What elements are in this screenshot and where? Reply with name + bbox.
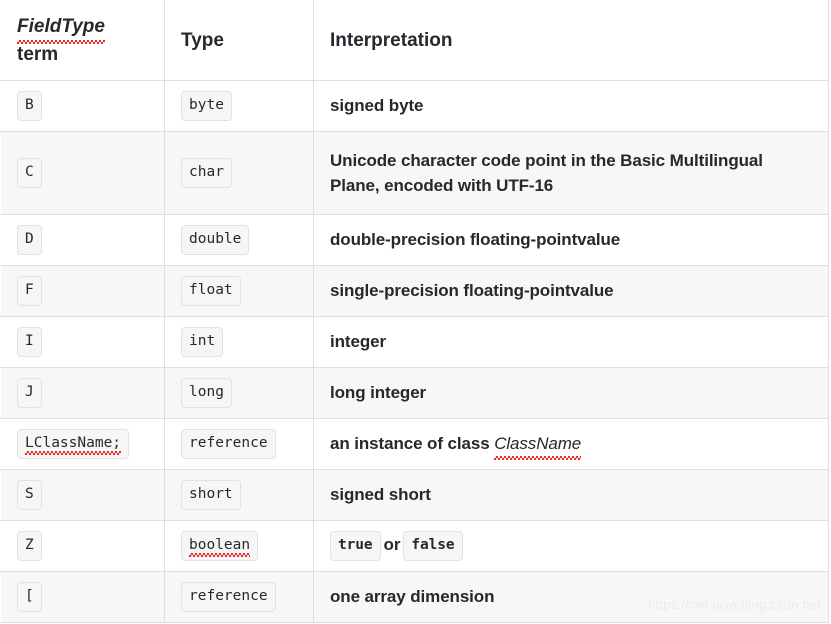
- cell-term: F: [1, 266, 165, 317]
- table-row: S short signed short: [1, 470, 829, 521]
- term-code-chip: I: [17, 327, 42, 356]
- cell-interpretation: trueorfalse: [314, 521, 829, 572]
- table-row: D double double-precision floating-point…: [1, 215, 829, 266]
- term-code-chip: [: [17, 582, 42, 611]
- type-code-chip: short: [181, 480, 241, 509]
- type-code-chip: char: [181, 158, 232, 187]
- type-code-text: boolean: [189, 536, 250, 554]
- table-row: Z boolean trueorfalse: [1, 521, 829, 572]
- cell-type: reference: [165, 572, 314, 623]
- interpretation-code-true: true: [330, 531, 381, 560]
- fieldtype-descriptor-table: FieldType term Type Interpretation B byt…: [0, 0, 829, 623]
- term-code-chip: B: [17, 91, 42, 120]
- table-row: LClassName; reference an instance of cla…: [1, 419, 829, 470]
- interpretation-prefix: an instance of class: [330, 434, 490, 453]
- cell-interpretation: Unicode character code point in the Basi…: [314, 132, 829, 215]
- cell-interpretation: double-precision floating-pointvalue: [314, 215, 829, 266]
- cell-interpretation: single-precision floating-pointvalue: [314, 266, 829, 317]
- interpretation-text: signed short: [330, 485, 431, 504]
- cell-type: byte: [165, 81, 314, 132]
- cell-term: B: [1, 81, 165, 132]
- watermark-url: https://cwl-java.blog.csdn.net: [648, 597, 821, 612]
- table-header-row: FieldType term Type Interpretation: [1, 1, 829, 81]
- interpretation-joiner: or: [381, 535, 404, 554]
- type-code-chip: float: [181, 276, 241, 305]
- table-header: FieldType term Type Interpretation: [1, 1, 829, 81]
- cell-term: C: [1, 132, 165, 215]
- cell-type: reference: [165, 419, 314, 470]
- type-code-chip: reference: [181, 429, 276, 458]
- term-code-chip: F: [17, 276, 42, 305]
- interpretation-text: single-precision floating-pointvalue: [330, 281, 614, 300]
- table-body: B byte signed byte C char Unicode charac…: [1, 81, 829, 623]
- column-header-fieldtype-label: FieldType: [17, 13, 105, 41]
- interpretation-text: one array dimension: [330, 587, 494, 606]
- table-row: C char Unicode character code point in t…: [1, 132, 829, 215]
- table-row: I int integer: [1, 317, 829, 368]
- interpretation-text: an instance of class ClassName: [330, 434, 581, 453]
- interpretation-text: double-precision floating-pointvalue: [330, 230, 620, 249]
- interpretation-text: signed byte: [330, 96, 423, 115]
- interpretation-code-false: false: [403, 531, 462, 560]
- type-code-chip: reference: [181, 582, 276, 611]
- table-row: B byte signed byte: [1, 81, 829, 132]
- term-code-chip: J: [17, 378, 42, 407]
- term-code-chip: S: [17, 480, 42, 509]
- term-code-chip: Z: [17, 531, 42, 560]
- cell-term: S: [1, 470, 165, 521]
- cell-term: LClassName;: [1, 419, 165, 470]
- fieldtype-table-container: FieldType term Type Interpretation B byt…: [0, 0, 831, 624]
- cell-term: J: [1, 368, 165, 419]
- cell-interpretation: long integer: [314, 368, 829, 419]
- interpretation-text: trueorfalse: [330, 535, 463, 554]
- term-code-chip: C: [17, 158, 42, 187]
- term-code-chip: LClassName;: [17, 429, 129, 458]
- term-code-text: LClassName;: [25, 434, 121, 452]
- cell-type: double: [165, 215, 314, 266]
- interpretation-text: integer: [330, 332, 386, 351]
- type-code-chip: int: [181, 327, 223, 356]
- column-header-type: Type: [165, 1, 314, 81]
- type-code-chip: long: [181, 378, 232, 407]
- column-header-interpretation: Interpretation: [314, 1, 829, 81]
- cell-interpretation: integer: [314, 317, 829, 368]
- table-row: J long long integer: [1, 368, 829, 419]
- cell-type: int: [165, 317, 314, 368]
- cell-type: short: [165, 470, 314, 521]
- cell-type: char: [165, 132, 314, 215]
- cell-term: D: [1, 215, 165, 266]
- cell-term: Z: [1, 521, 165, 572]
- cell-interpretation: an instance of class ClassName: [314, 419, 829, 470]
- type-code-chip: boolean: [181, 531, 258, 560]
- cell-term: [: [1, 572, 165, 623]
- interpretation-classname: ClassName: [494, 431, 581, 457]
- interpretation-text: long integer: [330, 383, 426, 402]
- cell-type: boolean: [165, 521, 314, 572]
- cell-interpretation: signed short: [314, 470, 829, 521]
- cell-interpretation: signed byte: [314, 81, 829, 132]
- cell-term: I: [1, 317, 165, 368]
- column-header-fieldtype-term: FieldType term: [1, 1, 165, 81]
- column-header-term-label: term: [17, 41, 148, 69]
- table-row: F float single-precision floating-pointv…: [1, 266, 829, 317]
- cell-type: long: [165, 368, 314, 419]
- type-code-chip: double: [181, 225, 249, 254]
- term-code-chip: D: [17, 225, 42, 254]
- type-code-chip: byte: [181, 91, 232, 120]
- cell-type: float: [165, 266, 314, 317]
- interpretation-text: Unicode character code point in the Basi…: [330, 151, 763, 196]
